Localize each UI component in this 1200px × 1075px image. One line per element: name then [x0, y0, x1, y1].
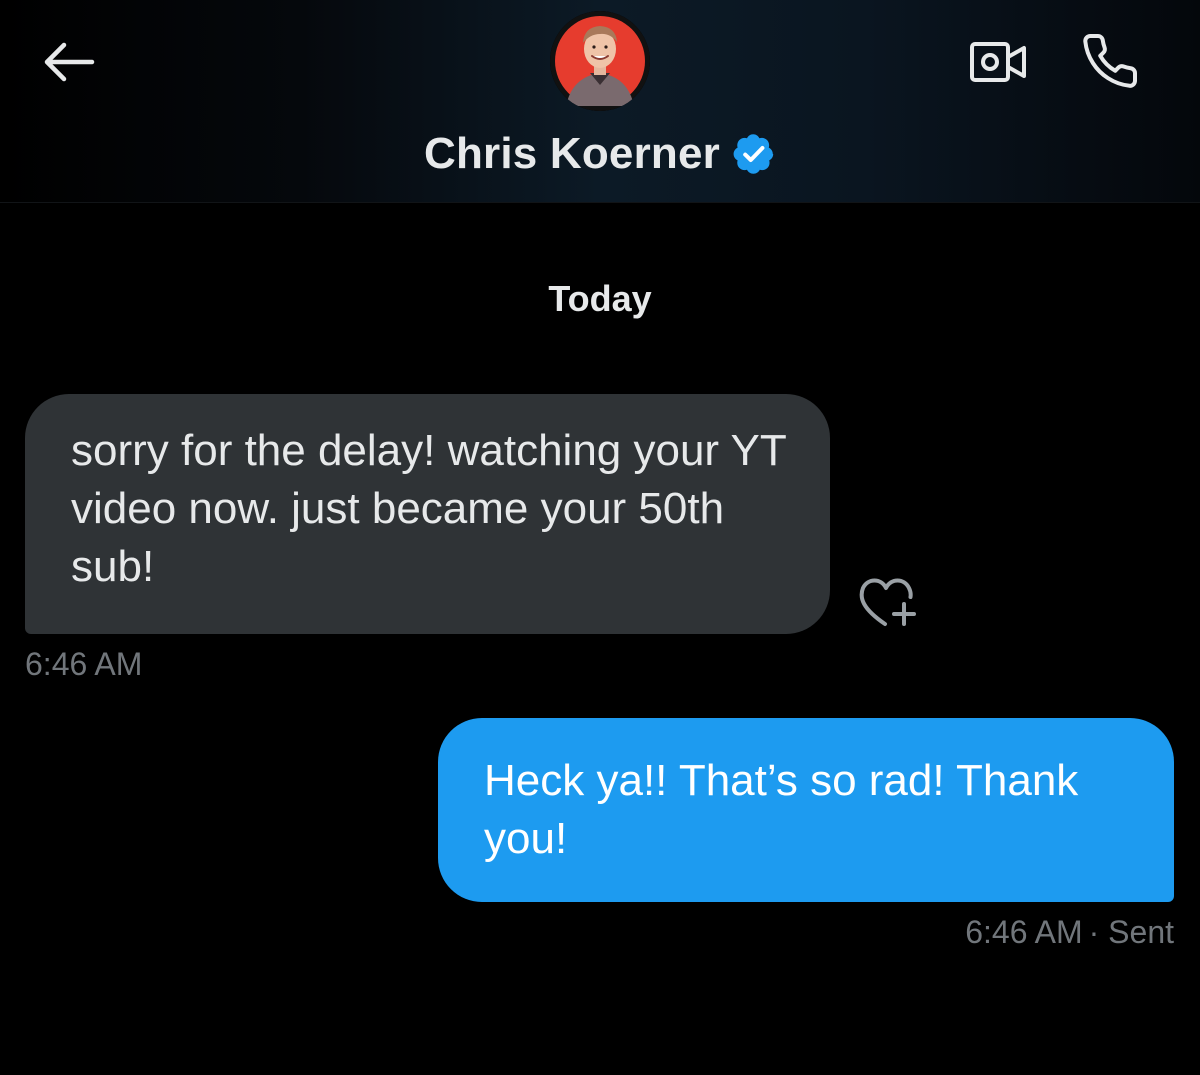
incoming-message-time: 6:46 AM [25, 646, 143, 682]
phone-icon [1083, 34, 1138, 88]
message-status: · Sent [1088, 914, 1174, 950]
contact-title[interactable]: Chris Koerner [0, 124, 1200, 184]
add-reaction-button[interactable] [852, 572, 922, 632]
verified-badge-icon [733, 134, 774, 174]
avatar-image [550, 11, 650, 111]
contact-name: Chris Koerner [423, 129, 720, 178]
outgoing-message-meta: 6:46 AM · Sent [965, 914, 1174, 951]
voice-call-button[interactable] [1072, 26, 1148, 96]
video-call-button[interactable] [960, 30, 1036, 94]
back-button[interactable] [30, 30, 106, 94]
date-divider: Today [548, 278, 652, 319]
conversation-header: Chris Koerner [0, 0, 1200, 203]
heart-plus-icon [859, 578, 916, 626]
video-camera-icon [970, 42, 1026, 82]
contact-avatar[interactable] [550, 11, 650, 111]
arrow-left-icon [44, 42, 95, 82]
outgoing-message-bubble[interactable]: Heck ya!! That’s so rad! Thank you! [438, 718, 1174, 902]
incoming-message-bubble[interactable]: sorry for the delay! watching your YT vi… [25, 394, 830, 634]
outgoing-message-time: 6:46 AM [965, 914, 1083, 950]
